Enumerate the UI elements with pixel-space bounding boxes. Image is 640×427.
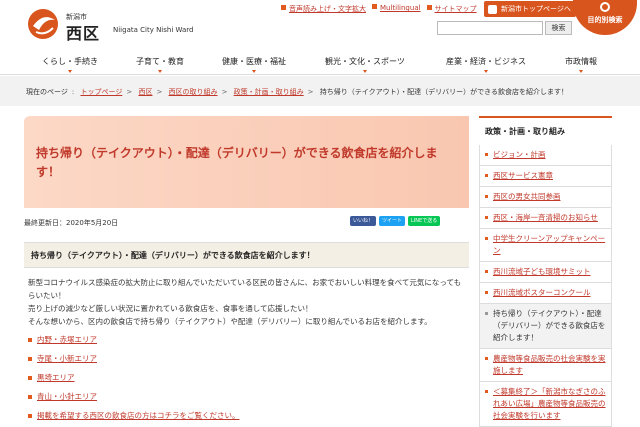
list-item: 内野・赤塚エリア — [28, 330, 240, 349]
list-item: 黒埼エリア — [28, 368, 240, 387]
sidebar-list: ビジョン・計画 西区サービス憲章 西区の男女共同参画 西区・海岸一斉清掃のお知ら… — [479, 145, 612, 427]
niigata-top-button[interactable]: 新潟市トップページへ — [484, 1, 576, 17]
bullet-icon — [28, 337, 32, 342]
niigata-logo-icon[interactable] — [27, 8, 59, 40]
link-kurosaki[interactable]: 黒埼エリア — [37, 372, 75, 383]
sidebar-item-student-cleanup[interactable]: 中学生クリーンアップキャンペーン — [480, 229, 611, 262]
gnav-tourism[interactable]: 観光・文化・スポーツ — [325, 56, 405, 73]
gnav-health[interactable]: 健康・医療・福祉 — [222, 56, 286, 73]
search-input[interactable] — [437, 21, 543, 35]
sidebar: 政策・計画・取り組み ビジョン・計画 西区サービス憲章 西区の男女共同参画 西区… — [479, 116, 612, 427]
site-header: 新潟市 西区 Niigata City Nishi Ward 音声読み上げ・文字… — [0, 0, 640, 48]
list-item: 青山・小針エリア — [28, 387, 240, 406]
facebook-like-button[interactable]: いいね！ — [350, 216, 377, 226]
sidebar-item-label: 持ち帰り（テイクアウト）・配達（デリバリー）ができる飲食店を紹介します！ — [493, 309, 606, 342]
square-bullet-icon — [426, 5, 432, 10]
link-uchino-akatsuka[interactable]: 内野・赤塚エリア — [37, 334, 97, 345]
main-content: 持ち帰り（テイクアウト）・配達（デリバリー）ができる飲食店を紹介します！ 最終更… — [24, 116, 469, 420]
home-icon — [488, 4, 497, 14]
page-title-box: 持ち帰り（テイクアウト）・配達（デリバリー）ができる飲食店を紹介します！ — [24, 116, 469, 208]
breadcrumb-label: 現在のページ — [26, 88, 68, 96]
utility-links: 音声読み上げ・文字拡大 Multilingual サイトマップ — [281, 4, 477, 14]
sidebar-item-kids-summit[interactable]: 西川流域子ども環境サミット — [480, 262, 611, 283]
list-item: 寺尾・小新エリア — [28, 349, 240, 368]
gnav-city-info[interactable]: 市政情報 — [565, 56, 597, 73]
intro-paragraph: そんな想いから、区内の飲食店で持ち帰り（テイクアウト）や配達（デリバリー）に取り… — [28, 317, 432, 326]
sidebar-item-label[interactable]: ビジョン・計画 — [493, 150, 546, 159]
section-heading: 持ち帰り（テイクアウト）・配達（デリバリー）ができる飲食店を紹介します！ — [24, 242, 469, 268]
sidebar-item-label[interactable]: 西区・海岸一斉清掃のお知らせ — [493, 213, 598, 222]
sidebar-item-vision[interactable]: ビジョン・計画 — [480, 145, 611, 166]
global-nav: くらし・手続き 子育て・教育 健康・医療・福祉 観光・文化・スポーツ 産業・経済… — [0, 48, 640, 75]
sidebar-item-gender-equality[interactable]: 西区の男女共同参画 — [480, 187, 611, 208]
twitter-tweet-button[interactable]: ツイート — [379, 216, 406, 226]
purpose-search-button[interactable]: 目的別検索 — [573, 0, 637, 35]
square-bullet-icon — [372, 4, 377, 9]
link-terao-koshin[interactable]: 寺尾・小新エリア — [37, 353, 97, 364]
link-listing-request[interactable]: 掲載を希望する西区の飲食店の方はコチラをご覧ください。 — [37, 410, 240, 421]
sidebar-item-poster-contest[interactable]: 西川流域ポスターコンクール — [480, 283, 611, 304]
breadcrumb-current: 持ち帰り（テイクアウト）・配達（デリバリー）ができる飲食店を紹介します！ — [319, 88, 569, 96]
top-button-label: 新潟市トップページへ — [501, 5, 571, 13]
line-send-button[interactable]: LINEで送る — [408, 216, 441, 226]
last-updated: 最終更新日：2020年5月20日 — [24, 219, 119, 227]
bullet-icon — [28, 413, 32, 418]
intro-text: 新型コロナウイルス感染症の拡大防止に取り組んでいただいている区民の皆さんに、お家… — [28, 276, 468, 328]
list-item: 掲載を希望する西区の飲食店の方はコチラをご覧ください。 — [28, 406, 240, 425]
breadcrumb-policy[interactable]: 政策・計画・取り組み — [234, 88, 304, 96]
share-buttons: いいね！ ツイート LINEで送る — [350, 216, 441, 226]
sidebar-item-label[interactable]: ＜募集終了＞「新潟市なぎさのふれあい広場」農産物等食品販売の社会実験を行います — [493, 387, 606, 420]
logo-english-text: Niigata City Nishi Ward — [113, 26, 194, 34]
sidebar-item-label[interactable]: 農産物等食品販売の社会実験を実施します — [493, 354, 606, 375]
bullet-icon — [28, 356, 32, 361]
sidebar-item-produce-sales[interactable]: 農産物等食品販売の社会実験を実施します — [480, 349, 611, 382]
gnav-living[interactable]: くらし・手続き — [42, 56, 98, 73]
logo-ward-text[interactable]: 西区 — [66, 20, 100, 44]
search-icon — [600, 2, 610, 12]
sidebar-item-label[interactable]: 西区サービス憲章 — [493, 171, 553, 180]
sidebar-item-label[interactable]: 西川流域ポスターコンクール — [493, 288, 591, 297]
breadcrumb: 現在のページ: トップページ > 西区 > 西区の取り組み > 政策・計画・取り組み >… — [0, 76, 640, 106]
toplink-sitemap[interactable]: サイトマップ — [426, 4, 477, 14]
sidebar-item-current-takeout: 持ち帰り（テイクアウト）・配達（デリバリー）ができる飲食店を紹介します！ — [480, 304, 611, 349]
bullet-icon — [28, 394, 32, 399]
breadcrumb-top[interactable]: トップページ — [80, 88, 122, 96]
toplink-label: サイトマップ — [434, 5, 477, 13]
page-title: 持ち帰り（テイクアウト）・配達（デリバリー）ができる飲食店を紹介します！ — [36, 146, 438, 179]
breadcrumb-initiatives[interactable]: 西区の取り組み — [169, 88, 218, 96]
toplink-label: Multilingual — [380, 4, 421, 12]
intro-paragraph: 新型コロナウイルス感染症の拡大防止に取り組んでいただいている区民の皆さんに、お家… — [28, 278, 462, 300]
bullet-icon — [28, 375, 32, 380]
sidebar-item-nagisa-plaza[interactable]: ＜募集終了＞「新潟市なぎさのふれあい広場」農産物等食品販売の社会実験を行います — [480, 382, 611, 427]
sidebar-item-charter[interactable]: 西区サービス憲章 — [480, 166, 611, 187]
sidebar-item-label[interactable]: 中学生クリーンアップキャンペーン — [493, 234, 605, 255]
toplink-label: 音声読み上げ・文字拡大 — [289, 5, 366, 13]
sidebar-heading: 政策・計画・取り組み — [479, 116, 612, 145]
area-link-list: 内野・赤塚エリア 寺尾・小新エリア 黒埼エリア 青山・小針エリア 掲載を希望する… — [28, 330, 240, 425]
toplink-voice-zoom[interactable]: 音声読み上げ・文字拡大 — [281, 4, 366, 14]
sidebar-item-label[interactable]: 西川流域子ども環境サミット — [493, 267, 591, 276]
link-aoyama-kobari[interactable]: 青山・小針エリア — [37, 391, 97, 402]
search-button[interactable]: 検索 — [545, 21, 572, 35]
gnav-childcare[interactable]: 子育て・教育 — [136, 56, 184, 73]
breadcrumb-nishi[interactable]: 西区 — [138, 88, 152, 96]
purpose-search-label: 目的別検索 — [587, 16, 623, 24]
toplink-multilingual[interactable]: Multilingual — [372, 4, 421, 14]
square-bullet-icon — [281, 5, 286, 10]
gnav-industry[interactable]: 産業・経済・ビジネス — [446, 56, 526, 73]
sidebar-item-label[interactable]: 西区の男女共同参画 — [493, 192, 561, 201]
sidebar-item-coast-cleanup[interactable]: 西区・海岸一斉清掃のお知らせ — [480, 208, 611, 229]
intro-paragraph: 売り上げの減少など厳しい状況に置かれている飲食店を、食事を通して応援したい！ — [28, 304, 313, 313]
